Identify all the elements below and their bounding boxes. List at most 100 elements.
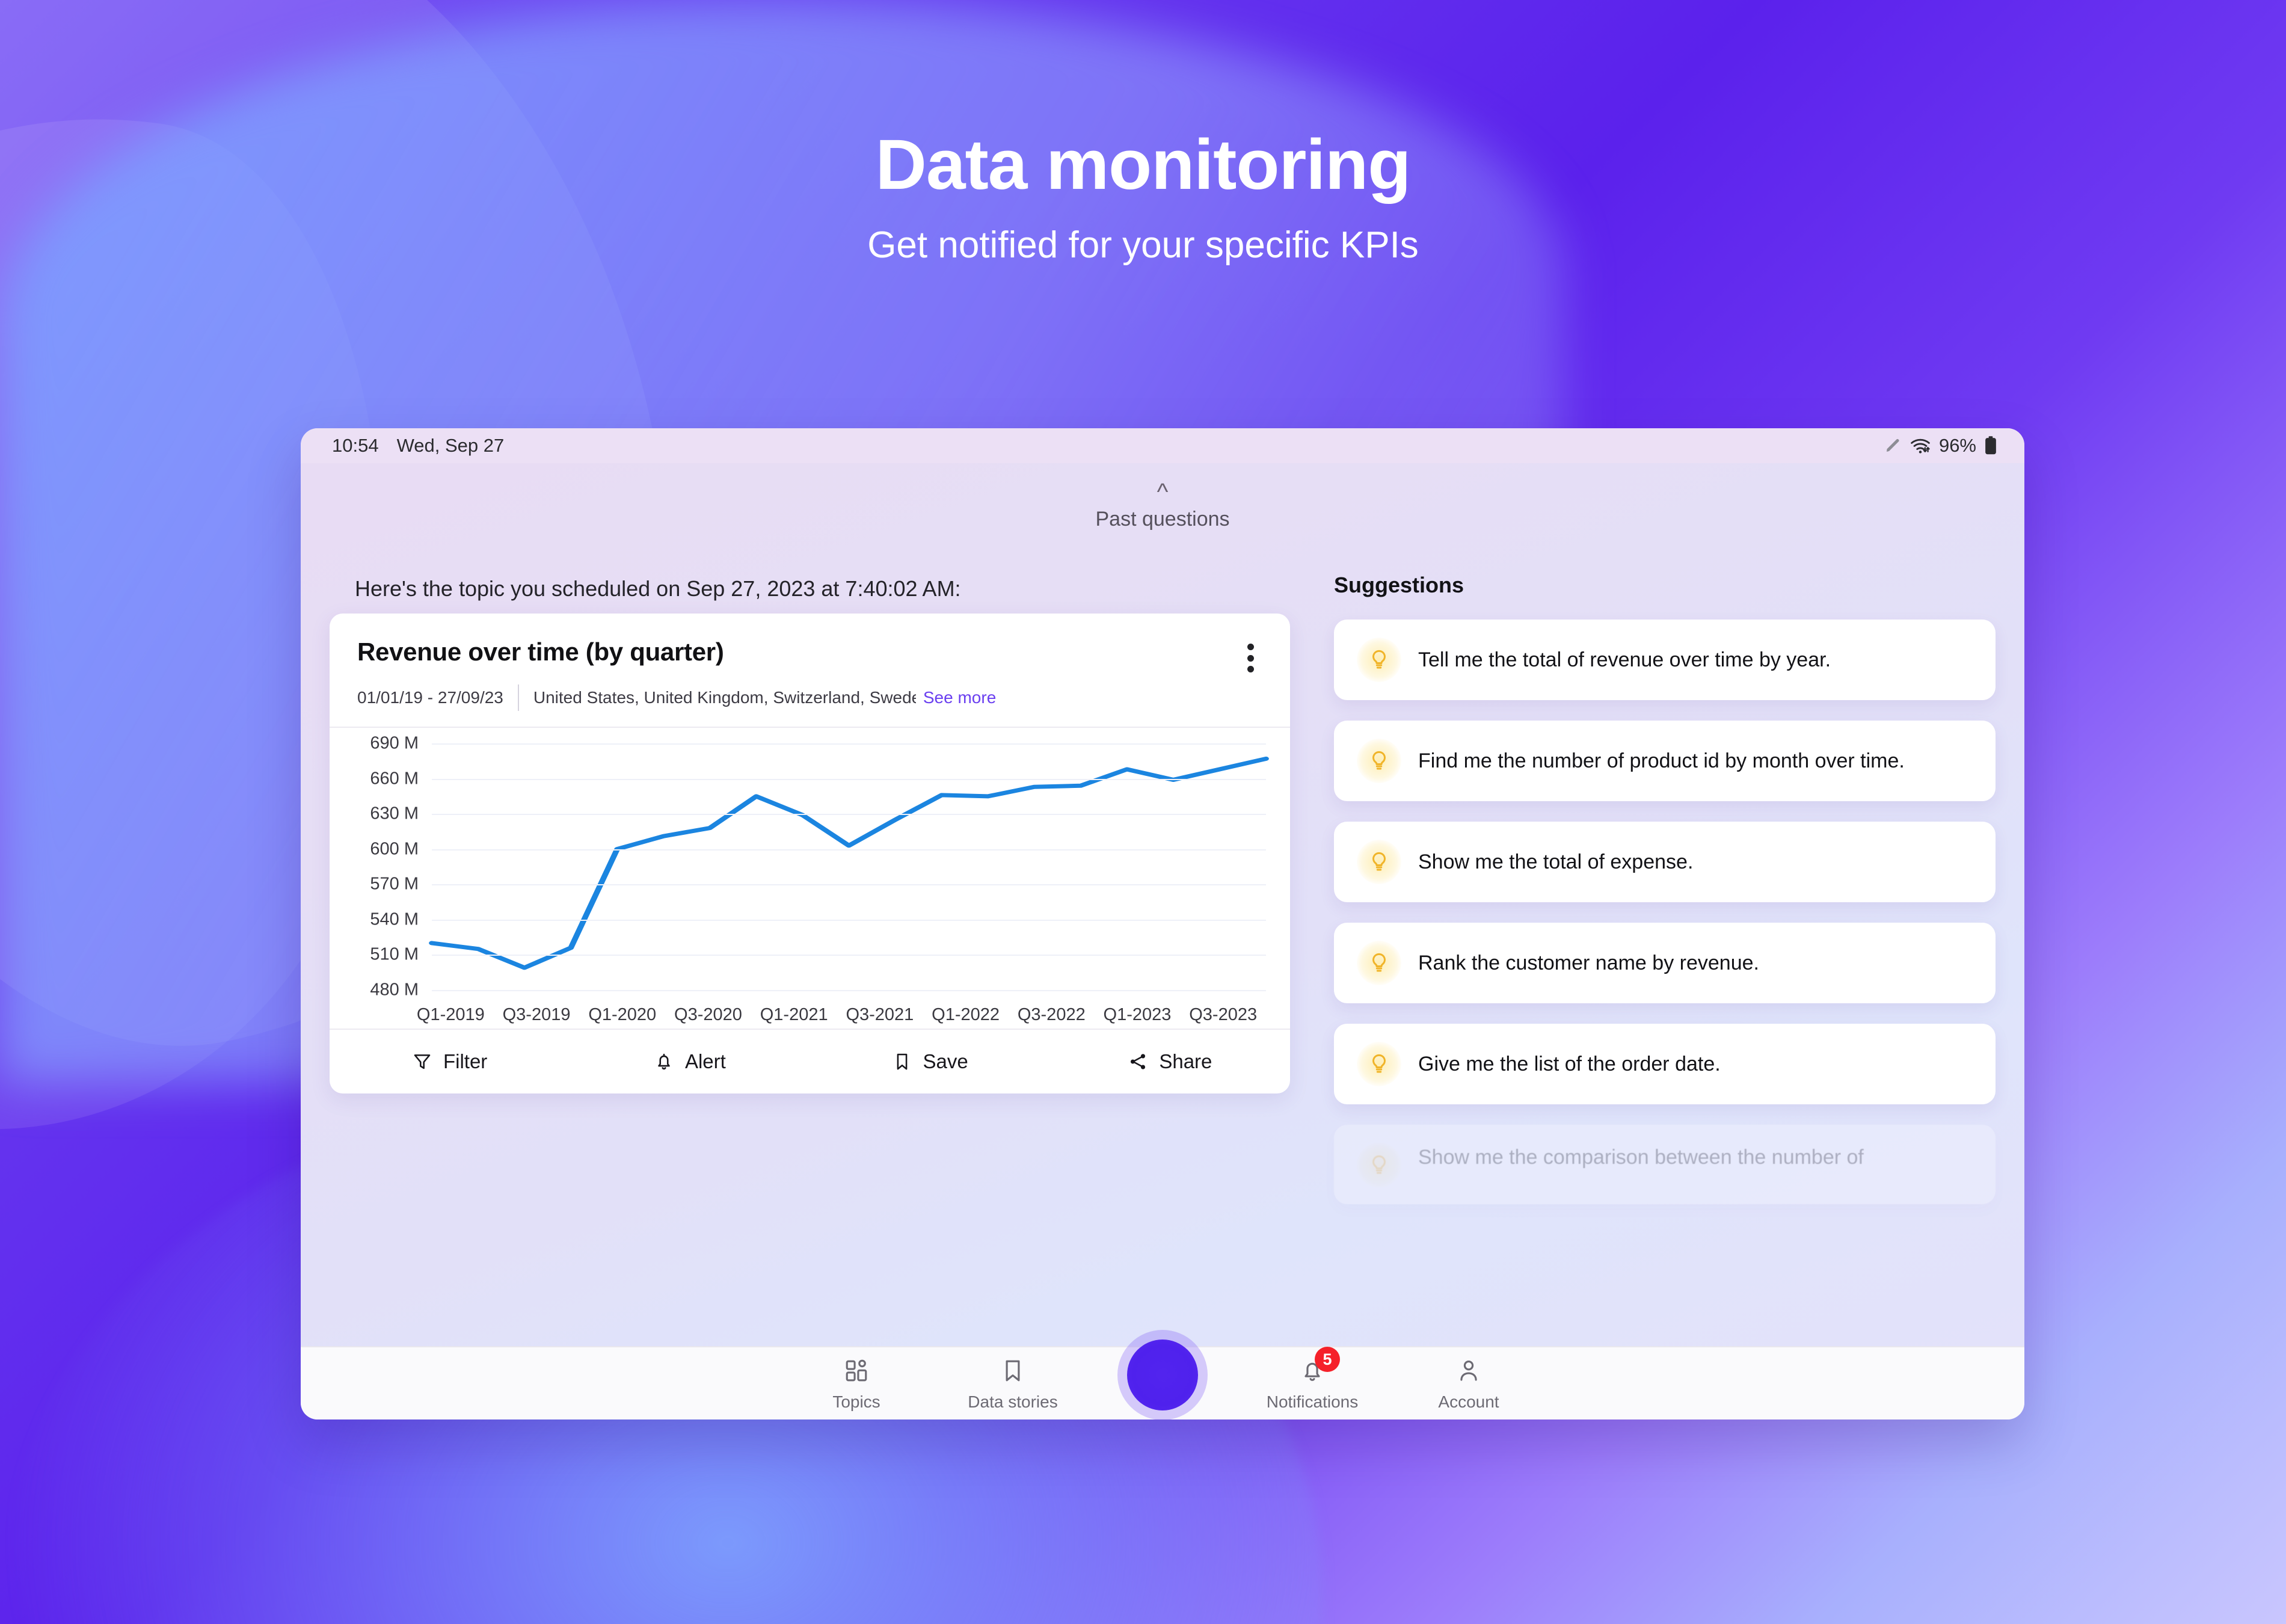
bookmark-icon: [892, 1051, 912, 1072]
person-icon: [1455, 1355, 1482, 1386]
more-options-icon[interactable]: [1237, 640, 1264, 676]
chart-x-tick: Q1-2019: [416, 1005, 485, 1024]
wifi-icon: [1910, 437, 1931, 455]
save-label: Save: [923, 1050, 968, 1072]
chart-x-tick: Q3-2020: [674, 1005, 742, 1024]
chart-x-tick: Q1-2023: [1103, 1005, 1172, 1024]
chart-x-tick: Q3-2019: [502, 1005, 571, 1024]
notification-badge: 5: [1315, 1347, 1340, 1372]
chart-y-tick: 630 M: [370, 804, 419, 823]
chart-gridline: [432, 849, 1266, 850]
chart-gridline: [432, 990, 1266, 991]
ask-question-fab[interactable]: [1127, 1339, 1198, 1410]
lightbulb-icon: [1357, 638, 1401, 682]
suggestion-card[interactable]: Find me the number of product id by mont…: [1334, 721, 1996, 801]
nav-label-topics: Topics: [832, 1392, 880, 1411]
alert-label: Alert: [684, 1050, 726, 1072]
suggestion-card[interactable]: Tell me the total of revenue over time b…: [1334, 620, 1996, 700]
card-header: Revenue over time (by quarter): [330, 614, 1290, 672]
chart-y-tick: 660 M: [370, 769, 419, 789]
topics-icon: [843, 1355, 870, 1386]
chart-gridline: [432, 919, 1266, 921]
share-button[interactable]: Share: [1050, 1050, 1290, 1073]
past-questions-toggle[interactable]: ^ Past questions: [301, 480, 2024, 531]
chart-y-tick: 570 M: [370, 874, 419, 894]
chart-gridline: [432, 955, 1266, 956]
bottom-navigation-bar: Topics Data stories 5 Notifications Acco…: [301, 1339, 2024, 1419]
share-icon: [1128, 1051, 1148, 1072]
hero-section: Data monitoring Get notified for your sp…: [0, 126, 2286, 266]
suggestion-text: Give me the list of the order date.: [1418, 1052, 1721, 1075]
card-footer-actions: Filter Alert Save Share: [330, 1029, 1290, 1093]
chart-x-tick: Q3-2022: [1017, 1005, 1086, 1024]
past-questions-label: Past questions: [1095, 508, 1230, 531]
filter-icon: [412, 1051, 432, 1072]
chart-gridline: [432, 884, 1266, 886]
nav-label-data-stories: Data stories: [968, 1392, 1058, 1411]
chart-x-tick: Q1-2021: [760, 1005, 828, 1024]
chart-card: Revenue over time (by quarter) 01/01/19 …: [330, 614, 1290, 1093]
chart-gridline: [432, 814, 1266, 816]
nav-item-notifications[interactable]: 5 Notifications: [1234, 1347, 1390, 1412]
lightbulb-icon: [1357, 1042, 1401, 1086]
bell-icon: [654, 1051, 674, 1072]
lightbulb-icon: [1357, 941, 1401, 985]
lightbulb-icon: [1357, 739, 1401, 783]
status-date: Wed, Sep 27: [396, 435, 505, 456]
chart-gridline: [432, 778, 1266, 780]
nav-item-data-stories[interactable]: Data stories: [935, 1355, 1091, 1412]
date-range-filter[interactable]: 01/01/19 - 27/09/23: [357, 688, 518, 707]
share-label: Share: [1159, 1050, 1212, 1072]
chart-line-series: [429, 756, 1269, 970]
suggestion-card[interactable]: Show me the comparison between the numbe…: [1334, 1125, 1996, 1204]
battery-percentage: 96%: [1938, 435, 1976, 456]
chart-y-tick: 540 M: [370, 909, 419, 929]
chart-y-tick: 690 M: [370, 733, 419, 753]
chart-x-tick: Q3-2023: [1189, 1005, 1258, 1024]
page-title: Data monitoring: [875, 125, 1412, 205]
lightbulb-icon: [1357, 840, 1401, 884]
suggestion-text: Show me the total of expense.: [1418, 850, 1694, 873]
page-subtitle: Get notified for your specific KPIs: [867, 224, 1419, 266]
suggestion-text: Find me the number of product id by mont…: [1418, 749, 1905, 772]
nav-label-notifications: Notifications: [1266, 1392, 1359, 1411]
suggestions-panel: Suggestions Tell me the total of revenue…: [1334, 573, 1996, 1346]
country-filter-values[interactable]: United States, United Kingdom, Switzerla…: [519, 688, 916, 707]
tablet-device-frame: 10:54 Wed, Sep 27 96% ^ Past questions H…: [301, 428, 2024, 1419]
suggestions-list: Tell me the total of revenue over time b…: [1334, 620, 1996, 1204]
battery-icon: [1985, 436, 1997, 455]
save-button[interactable]: Save: [810, 1050, 1050, 1073]
app-content-area: ^ Past questions Here's the topic you sc…: [301, 463, 2024, 1346]
chart-area: 690 M 660 M 630 M 600 M 570 M 540 M 510 M 480 M…: [330, 728, 1290, 1029]
bell-icon: 5: [1299, 1347, 1340, 1386]
chart-y-tick: 600 M: [370, 839, 419, 859]
card-title: Revenue over time (by quarter): [357, 638, 724, 666]
card-meta: 01/01/19 - 27/09/23 United States, Unite…: [330, 684, 1290, 711]
suggestion-text: Tell me the total of revenue over time b…: [1418, 648, 1831, 671]
suggestions-title: Suggestions: [1334, 573, 1464, 597]
nav-item-account[interactable]: Account: [1390, 1355, 1547, 1412]
suggestion-card[interactable]: Show me the total of expense.: [1334, 822, 1996, 902]
bookmark-icon: [1000, 1355, 1026, 1386]
chart-plot: 690 M 660 M 630 M 600 M 570 M 540 M 510 M 480 M: [370, 734, 1269, 1000]
suggestion-card[interactable]: Rank the customer name by revenue.: [1334, 923, 1996, 1003]
chart-x-tick: Q3-2021: [846, 1005, 914, 1024]
chart-y-tick: 480 M: [370, 980, 419, 1000]
see-more-link[interactable]: See more: [923, 688, 996, 707]
pen-icon: [1884, 437, 1902, 455]
nav-item-topics[interactable]: Topics: [778, 1355, 935, 1412]
suggestion-text: Show me the comparison between the numbe…: [1418, 1146, 1864, 1169]
alert-button[interactable]: Alert: [570, 1050, 810, 1073]
filter-label: Filter: [443, 1050, 488, 1072]
chart-x-tick: Q1-2022: [932, 1005, 1000, 1024]
nav-label-account: Account: [1438, 1392, 1499, 1411]
filter-button[interactable]: Filter: [330, 1050, 570, 1073]
suggestion-card[interactable]: Give me the list of the order date.: [1334, 1024, 1996, 1104]
lightbulb-icon: [1357, 1143, 1401, 1187]
scheduled-topic-text: Here's the topic you scheduled on Sep 27…: [355, 576, 961, 601]
chart-x-axis: Q1-2019 Q3-2019 Q1-2020 Q3-2020 Q1-2021 Q3-20…: [408, 1005, 1266, 1025]
suggestion-text: Rank the customer name by revenue.: [1418, 951, 1759, 974]
chart-y-tick: 510 M: [370, 944, 419, 964]
status-bar: 10:54 Wed, Sep 27 96%: [301, 428, 2024, 463]
status-time: 10:54: [332, 435, 379, 456]
